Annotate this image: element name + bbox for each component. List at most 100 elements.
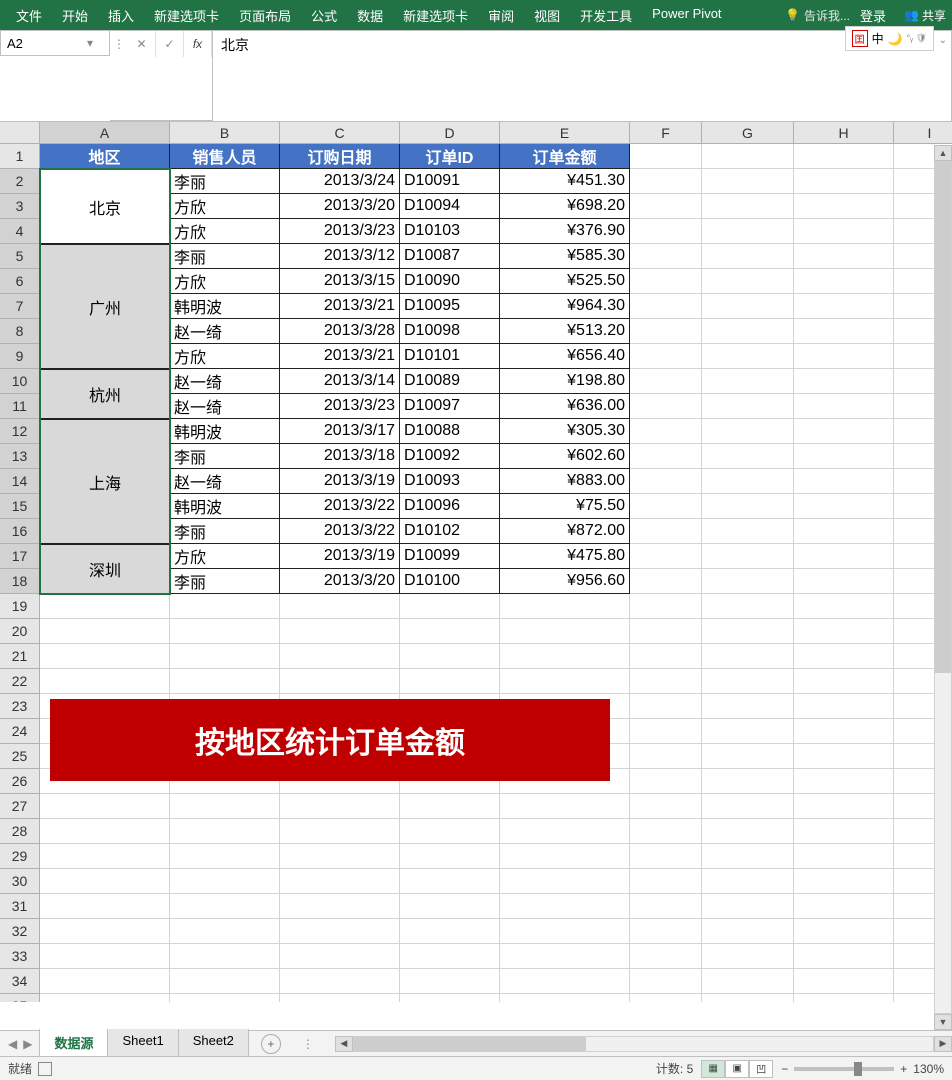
- row-header-10[interactable]: 10: [0, 369, 40, 394]
- cell-F29[interactable]: [630, 844, 702, 869]
- cell-H14[interactable]: [794, 469, 894, 494]
- cell-B4[interactable]: 方欣: [170, 219, 280, 244]
- cell-D31[interactable]: [400, 894, 500, 919]
- cell-F8[interactable]: [630, 319, 702, 344]
- cell-F22[interactable]: [630, 669, 702, 694]
- cell-G16[interactable]: [702, 519, 794, 544]
- sheet-tab-Sheet1[interactable]: Sheet1: [107, 1029, 178, 1058]
- cell-E30[interactable]: [500, 869, 630, 894]
- cell-E32[interactable]: [500, 919, 630, 944]
- cell-H23[interactable]: [794, 694, 894, 719]
- merged-region-深圳[interactable]: 深圳: [40, 544, 170, 594]
- cell-H27[interactable]: [794, 794, 894, 819]
- cell-D3[interactable]: D10094: [400, 194, 500, 219]
- cell-F28[interactable]: [630, 819, 702, 844]
- cell-B32[interactable]: [170, 919, 280, 944]
- cell-G20[interactable]: [702, 619, 794, 644]
- merged-region-北京[interactable]: 北京: [40, 169, 170, 244]
- cell-F21[interactable]: [630, 644, 702, 669]
- cell-D19[interactable]: [400, 594, 500, 619]
- cell-E10[interactable]: ¥198.80: [500, 369, 630, 394]
- cell-D13[interactable]: D10092: [400, 444, 500, 469]
- cell-F10[interactable]: [630, 369, 702, 394]
- row-header-9[interactable]: 9: [0, 344, 40, 369]
- cell-B1[interactable]: 销售人员: [170, 144, 280, 169]
- cell-E4[interactable]: ¥376.90: [500, 219, 630, 244]
- row-header-33[interactable]: 33: [0, 944, 40, 969]
- cell-F12[interactable]: [630, 419, 702, 444]
- cell-H4[interactable]: [794, 219, 894, 244]
- cell-H28[interactable]: [794, 819, 894, 844]
- confirm-formula-button[interactable]: ✓: [156, 31, 184, 57]
- cell-B17[interactable]: 方欣: [170, 544, 280, 569]
- tab-nav-next[interactable]: ▶: [21, 1035, 34, 1053]
- cell-H16[interactable]: [794, 519, 894, 544]
- cell-G9[interactable]: [702, 344, 794, 369]
- cell-B27[interactable]: [170, 794, 280, 819]
- cell-H22[interactable]: [794, 669, 894, 694]
- cell-F33[interactable]: [630, 944, 702, 969]
- cell-C35[interactable]: [280, 994, 400, 1002]
- cell-E9[interactable]: ¥656.40: [500, 344, 630, 369]
- cell-B6[interactable]: 方欣: [170, 269, 280, 294]
- row-header-34[interactable]: 34: [0, 969, 40, 994]
- cell-C30[interactable]: [280, 869, 400, 894]
- cell-F7[interactable]: [630, 294, 702, 319]
- cell-D32[interactable]: [400, 919, 500, 944]
- cell-H15[interactable]: [794, 494, 894, 519]
- cell-G28[interactable]: [702, 819, 794, 844]
- row-header-18[interactable]: 18: [0, 569, 40, 594]
- cell-A19[interactable]: [40, 594, 170, 619]
- row-header-16[interactable]: 16: [0, 519, 40, 544]
- cell-C5[interactable]: 2013/3/12: [280, 244, 400, 269]
- cell-C11[interactable]: 2013/3/23: [280, 394, 400, 419]
- cell-F25[interactable]: [630, 744, 702, 769]
- cell-D34[interactable]: [400, 969, 500, 994]
- cell-H24[interactable]: [794, 719, 894, 744]
- row-header-17[interactable]: 17: [0, 544, 40, 569]
- cell-E22[interactable]: [500, 669, 630, 694]
- ribbon-tab-新建选项卡[interactable]: 新建选项卡: [393, 0, 478, 31]
- cell-C28[interactable]: [280, 819, 400, 844]
- row-header-3[interactable]: 3: [0, 194, 40, 219]
- row-header-15[interactable]: 15: [0, 494, 40, 519]
- cell-C9[interactable]: 2013/3/21: [280, 344, 400, 369]
- cell-G13[interactable]: [702, 444, 794, 469]
- ribbon-tab-新建选项卡[interactable]: 新建选项卡: [144, 0, 229, 31]
- cell-H19[interactable]: [794, 594, 894, 619]
- cell-D21[interactable]: [400, 644, 500, 669]
- cell-B21[interactable]: [170, 644, 280, 669]
- cell-F5[interactable]: [630, 244, 702, 269]
- cell-H20[interactable]: [794, 619, 894, 644]
- cancel-formula-button[interactable]: ✕: [128, 31, 156, 57]
- name-box-dropdown-icon[interactable]: ▾: [87, 36, 93, 50]
- cell-F11[interactable]: [630, 394, 702, 419]
- cell-B13[interactable]: 李丽: [170, 444, 280, 469]
- cell-C32[interactable]: [280, 919, 400, 944]
- col-header-H[interactable]: H: [794, 122, 894, 144]
- cell-E27[interactable]: [500, 794, 630, 819]
- cell-D30[interactable]: [400, 869, 500, 894]
- row-header-35[interactable]: 35: [0, 994, 40, 1002]
- cell-F1[interactable]: [630, 144, 702, 169]
- cell-B35[interactable]: [170, 994, 280, 1002]
- col-header-E[interactable]: E: [500, 122, 630, 144]
- cell-G3[interactable]: [702, 194, 794, 219]
- col-header-D[interactable]: D: [400, 122, 500, 144]
- cell-F15[interactable]: [630, 494, 702, 519]
- cell-H1[interactable]: [794, 144, 894, 169]
- scroll-right-button[interactable]: ▶: [934, 1036, 952, 1052]
- cell-B19[interactable]: [170, 594, 280, 619]
- cell-H5[interactable]: [794, 244, 894, 269]
- cell-B22[interactable]: [170, 669, 280, 694]
- cell-B9[interactable]: 方欣: [170, 344, 280, 369]
- cell-G29[interactable]: [702, 844, 794, 869]
- cell-F20[interactable]: [630, 619, 702, 644]
- cell-G12[interactable]: [702, 419, 794, 444]
- cell-A31[interactable]: [40, 894, 170, 919]
- cell-H7[interactable]: [794, 294, 894, 319]
- cell-G19[interactable]: [702, 594, 794, 619]
- cell-F35[interactable]: [630, 994, 702, 1002]
- col-header-F[interactable]: F: [630, 122, 702, 144]
- cell-H21[interactable]: [794, 644, 894, 669]
